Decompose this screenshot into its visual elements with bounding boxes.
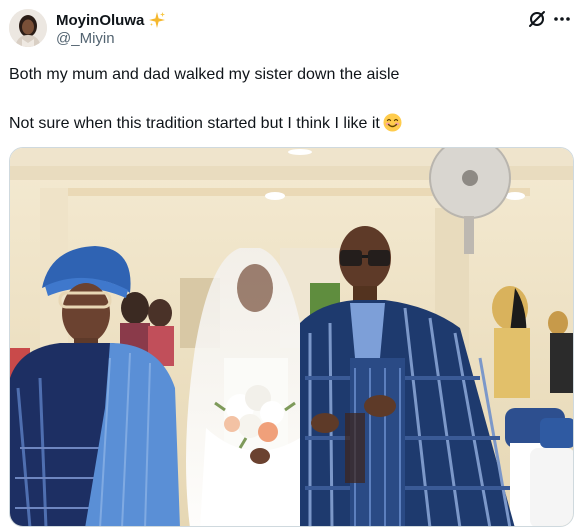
more-icon[interactable]	[553, 10, 571, 28]
tweet-photo[interactable]	[9, 147, 574, 527]
tweet-text: Both my mum and dad walked my sister dow…	[9, 64, 565, 134]
tweet-line-2: Not sure when this tradition started but…	[9, 113, 565, 134]
avatar-image	[9, 9, 47, 47]
tweet-line-2-text: Not sure when this tradition started but…	[9, 115, 380, 132]
tweet-line-1: Both my mum and dad walked my sister dow…	[9, 66, 400, 83]
handle[interactable]: @_Miyin	[56, 30, 115, 47]
grok-icon[interactable]	[528, 10, 546, 28]
display-name[interactable]: MoyinOluwa	[56, 12, 144, 29]
display-name-row[interactable]: MoyinOluwa	[56, 10, 166, 30]
smiling-face-icon	[383, 113, 402, 132]
avatar[interactable]	[9, 9, 47, 47]
wedding-photo	[10, 148, 573, 526]
sparkles-icon	[148, 11, 166, 29]
